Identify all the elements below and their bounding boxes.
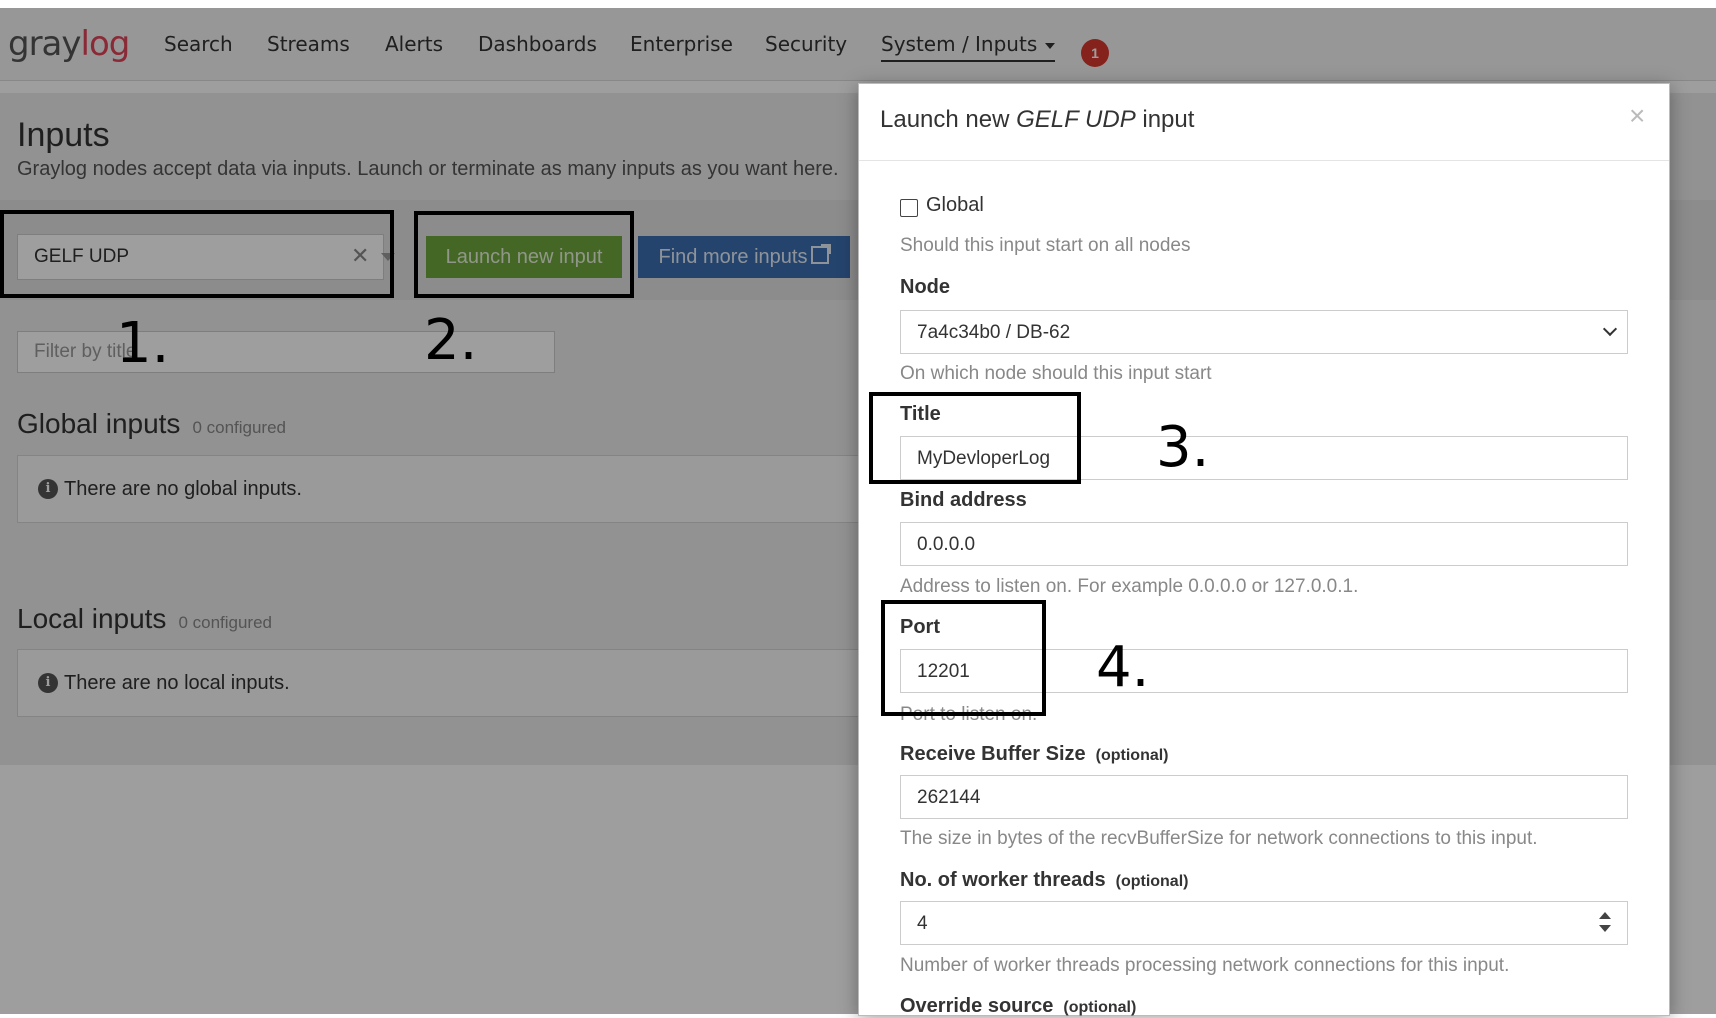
receive-buffer-label-text: Receive Buffer Size [900,743,1086,765]
receive-buffer-label: Receive Buffer Size (optional) [900,743,1169,766]
worker-threads-label: No. of worker threads (optional) [900,869,1188,892]
node-select-value: 7a4c34b0 / DB-62 [917,322,1071,343]
modal-header: Launch new GELF UDP input × [859,84,1669,161]
override-source-optional: (optional) [1063,999,1137,1016]
annotation-label-1: 1. [116,311,170,376]
node-help-text: On which node should this input start [900,363,1212,384]
modal-title: Launch new GELF UDP input [880,106,1194,134]
global-checkbox[interactable] [900,199,918,217]
worker-threads-help-text: Number of worker threads processing netw… [900,955,1510,976]
annotation-box-4 [881,600,1046,716]
modal-title-suffix: input [1135,106,1195,133]
worker-threads-optional: (optional) [1115,873,1189,890]
top-edge [0,0,1716,8]
worker-threads-input[interactable]: 4 [900,901,1628,945]
modal-title-prefix: Launch new [880,106,1017,133]
global-help-text: Should this input start on all nodes [900,235,1191,256]
worker-threads-label-text: No. of worker threads [900,869,1106,891]
spinner-down-icon[interactable] [1599,925,1611,932]
annotation-label-4: 4. [1096,635,1150,700]
annotation-box-2 [414,211,634,298]
receive-buffer-value: 262144 [917,787,981,808]
annotation-box-3 [869,392,1081,484]
bind-address-input[interactable]: 0.0.0.0 [900,522,1628,566]
bind-address-help-text: Address to listen on. For example 0.0.0.… [900,576,1359,597]
global-checkbox-label[interactable]: Global [926,194,984,217]
receive-buffer-input[interactable]: 262144 [900,775,1628,819]
annotation-label-3: 3. [1156,415,1210,480]
receive-buffer-help-text: The size in bytes of the recvBufferSize … [900,828,1538,849]
node-select[interactable]: 7a4c34b0 / DB-62 [900,310,1628,354]
close-icon[interactable]: × [1629,100,1645,132]
annotation-box-1 [0,210,394,298]
bind-address-value: 0.0.0.0 [917,534,976,555]
chevron-down-icon [1602,321,1618,337]
worker-threads-value: 4 [917,913,928,934]
bind-address-label: Bind address [900,489,1027,511]
receive-buffer-optional: (optional) [1095,747,1169,764]
launch-input-modal: Launch new GELF UDP input × Global Shoul… [858,83,1670,1018]
number-spinner-icon[interactable] [1599,912,1611,934]
spinner-up-icon[interactable] [1599,912,1611,919]
modal-title-type: GELF UDP [1016,106,1136,133]
annotation-label-2: 2. [424,308,478,373]
override-source-label: Override source (optional) [900,995,1136,1018]
node-label: Node [900,276,950,298]
